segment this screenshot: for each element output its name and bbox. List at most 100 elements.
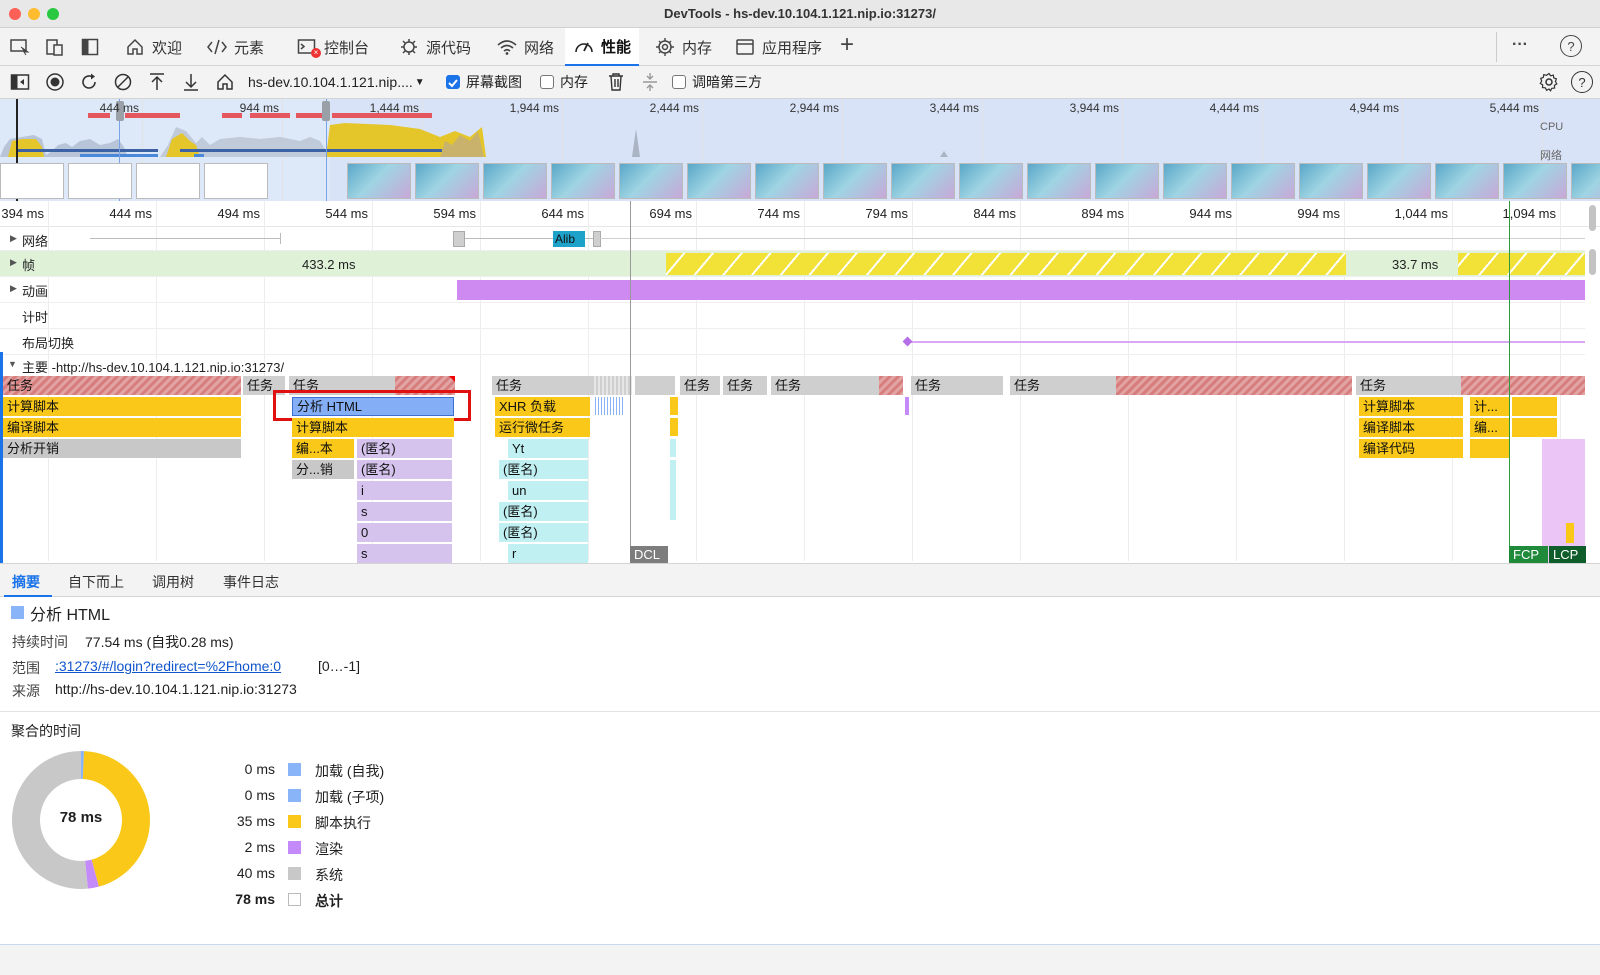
tab-bottom-up[interactable]: 自下而上 bbox=[68, 572, 124, 592]
screenshot-thumbnail[interactable] bbox=[823, 163, 887, 199]
compile-code-block[interactable]: 编译代码 bbox=[1359, 439, 1463, 458]
function-block[interactable]: i bbox=[357, 481, 452, 500]
task-cluster[interactable] bbox=[592, 376, 632, 395]
screenshot-thumbnail[interactable] bbox=[619, 163, 683, 199]
task-block[interactable] bbox=[1116, 376, 1352, 395]
screenshot-checkbox[interactable]: 屏幕截图 bbox=[446, 70, 522, 94]
function-block[interactable]: s bbox=[357, 544, 452, 563]
network-request-bar[interactable] bbox=[593, 231, 601, 247]
screenshot-thumbnail[interactable] bbox=[136, 163, 200, 199]
screenshot-thumbnail[interactable] bbox=[1299, 163, 1363, 199]
expand-triangle-icon[interactable]: ▶ bbox=[10, 283, 17, 294]
evaluate-script-block[interactable]: 计算脚本 bbox=[1359, 397, 1463, 416]
tab-welcome[interactable]: 欢迎 bbox=[116, 28, 190, 66]
task-block[interactable] bbox=[635, 376, 675, 395]
screenshot-thumbnail[interactable] bbox=[687, 163, 751, 199]
task-block[interactable]: 任务 bbox=[680, 376, 720, 395]
checkbox-checked-icon[interactable] bbox=[446, 75, 460, 89]
frames-track[interactable]: ▶ 帧 433.2 ms 33.7 ms bbox=[0, 251, 1585, 277]
function-block[interactable]: Yt bbox=[508, 439, 588, 458]
tab-performance[interactable]: 性能 bbox=[565, 28, 640, 66]
recording-select[interactable]: hs-dev.10.104.1.121.nip.... ▼ bbox=[248, 70, 438, 94]
task-block[interactable]: 任务 bbox=[1010, 376, 1116, 395]
dcl-marker[interactable]: DCL bbox=[630, 546, 668, 563]
anonymous-function-block[interactable]: (匿名) bbox=[357, 460, 452, 479]
record-button[interactable] bbox=[43, 70, 67, 94]
tab-sources[interactable]: 源代码 bbox=[390, 28, 479, 66]
scrollbar-thumb[interactable] bbox=[1589, 205, 1596, 231]
compile-script-block[interactable]: 编... bbox=[1470, 418, 1510, 437]
screenshot-thumbnail[interactable] bbox=[1571, 163, 1600, 199]
evaluate-script-block[interactable]: 计... bbox=[1470, 397, 1510, 416]
function-block[interactable]: 0 bbox=[357, 523, 452, 542]
task-block[interactable]: 任务 bbox=[3, 376, 241, 395]
compile-script-block[interactable]: 编...本 bbox=[292, 439, 354, 458]
collapse-icon[interactable] bbox=[638, 70, 662, 94]
scrollbar-thumb[interactable] bbox=[1589, 249, 1596, 275]
screenshot-thumbnail[interactable] bbox=[1163, 163, 1227, 199]
layout-shift-marker[interactable] bbox=[902, 336, 913, 347]
tab-memory[interactable]: 内存 bbox=[646, 28, 720, 66]
function-block[interactable]: un bbox=[508, 481, 588, 500]
anonymous-function-block[interactable]: (匿名) bbox=[499, 523, 588, 542]
add-tab-button[interactable]: + bbox=[833, 31, 861, 58]
anonymous-function-block[interactable]: (匿名) bbox=[499, 502, 588, 521]
screenshot-thumbnail[interactable] bbox=[1435, 163, 1499, 199]
function-block[interactable]: s bbox=[357, 502, 452, 521]
script-block[interactable] bbox=[1512, 418, 1557, 437]
task-block[interactable]: 任务 bbox=[911, 376, 1003, 395]
screenshot-thumbnail[interactable] bbox=[415, 163, 479, 199]
garbage-collect-button[interactable] bbox=[604, 70, 628, 94]
clear-button[interactable] bbox=[111, 70, 135, 94]
screenshot-thumbnail[interactable] bbox=[1367, 163, 1431, 199]
download-profile-button[interactable] bbox=[179, 70, 203, 94]
fcp-marker[interactable]: FCP bbox=[1509, 546, 1548, 563]
memory-checkbox[interactable]: 内存 bbox=[540, 70, 588, 94]
tab-elements[interactable]: 元素 bbox=[198, 28, 272, 66]
tab-call-tree[interactable]: 调用树 bbox=[152, 572, 194, 592]
tab-console[interactable]: × 控制台 bbox=[288, 28, 377, 66]
animations-track[interactable]: ▶ 动画 bbox=[0, 277, 1585, 303]
checkbox-icon[interactable] bbox=[672, 75, 686, 89]
network-request-bar[interactable]: Alib bbox=[553, 231, 585, 247]
anonymous-function-block[interactable]: (匿名) bbox=[499, 460, 588, 479]
tab-event-log[interactable]: 事件日志 bbox=[223, 572, 279, 592]
parse-overhead-block[interactable]: 分析开销 bbox=[3, 439, 241, 458]
screenshot-thumbnail[interactable] bbox=[1503, 163, 1567, 199]
tab-summary[interactable]: 摘要 bbox=[12, 572, 40, 592]
expand-triangle-icon[interactable]: ▶ bbox=[10, 257, 17, 268]
evaluate-script-block[interactable]: 计算脚本 bbox=[292, 418, 454, 437]
evaluate-script-block[interactable]: 计算脚本 bbox=[3, 397, 241, 416]
dropped-frames[interactable] bbox=[666, 253, 1346, 275]
gear-icon[interactable] bbox=[1537, 70, 1561, 94]
screenshot-thumbnail[interactable] bbox=[891, 163, 955, 199]
screenshot-thumbnail[interactable] bbox=[0, 163, 64, 199]
screenshot-thumbnail[interactable] bbox=[1027, 163, 1091, 199]
tab-application[interactable]: 应用程序 bbox=[726, 28, 830, 66]
compile-script-block[interactable]: 编译脚本 bbox=[1359, 418, 1463, 437]
home-icon[interactable] bbox=[213, 70, 237, 94]
compile-script-block[interactable]: 编译脚本 bbox=[3, 418, 241, 437]
network-request-bar[interactable] bbox=[453, 231, 465, 247]
layout-shifts-track[interactable]: 布局切换 bbox=[0, 329, 1585, 355]
xhr-load-block[interactable]: XHR 负载 bbox=[495, 397, 590, 416]
dropped-frames[interactable] bbox=[1458, 253, 1585, 275]
task-block[interactable]: 任务 bbox=[723, 376, 767, 395]
reload-record-button[interactable] bbox=[77, 70, 101, 94]
screenshot-thumbnail[interactable] bbox=[551, 163, 615, 199]
anonymous-function-block[interactable]: (匿名) bbox=[357, 439, 452, 458]
timeline-overview[interactable]: 444 ms 944 ms 1,444 ms 1,944 ms 2,444 ms 2,94… bbox=[0, 99, 1600, 201]
help-button[interactable]: ? bbox=[1571, 71, 1593, 93]
animation-bar[interactable] bbox=[457, 280, 1585, 300]
device-emulation-icon[interactable] bbox=[43, 35, 67, 59]
network-track[interactable]: ▶ 网络 Alib bbox=[0, 227, 1585, 251]
function-block[interactable]: r bbox=[508, 544, 588, 563]
screenshot-thumbnail[interactable] bbox=[1231, 163, 1295, 199]
task-block[interactable]: 任务 bbox=[492, 376, 592, 395]
lcp-marker[interactable]: LCP bbox=[1549, 546, 1586, 563]
screenshot-thumbnail[interactable] bbox=[483, 163, 547, 199]
screenshot-thumbnail[interactable] bbox=[1095, 163, 1159, 199]
help-button[interactable]: ? bbox=[1560, 35, 1582, 57]
screenshot-thumbnail[interactable] bbox=[347, 163, 411, 199]
dim-third-party-checkbox[interactable]: 调暗第三方 bbox=[672, 70, 762, 94]
